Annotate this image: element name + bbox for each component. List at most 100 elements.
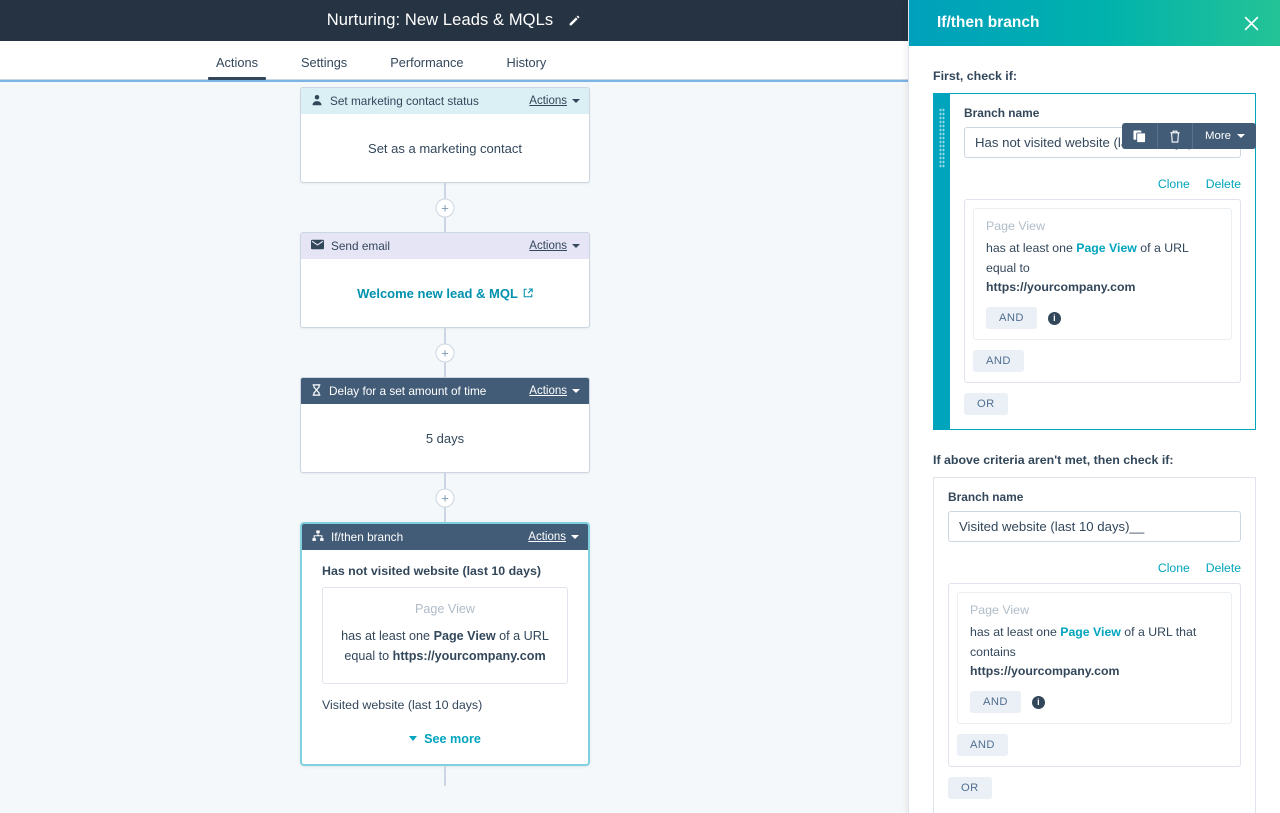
filter-or-row: OR — [964, 393, 1241, 415]
filter-link[interactable]: Page View — [1076, 241, 1137, 255]
or-button[interactable]: OR — [964, 393, 1008, 415]
workflow-editor-app: Nurturing: New Leads & MQLs Actions Sett… — [0, 0, 1280, 813]
window-titlebar: Nurturing: New Leads & MQLs — [0, 0, 908, 41]
and-button-group[interactable]: AND — [957, 734, 1008, 756]
step-body: Welcome new lead & MQL — [301, 259, 589, 327]
branch-clone-delete-actions: Clone Delete — [964, 177, 1241, 191]
tab-performance[interactable]: Performance — [390, 55, 463, 79]
workflow-step-send-email[interactable]: Send email Actions Welcome new lead & MQ… — [300, 232, 590, 328]
step-header: If/then branch Actions — [302, 524, 588, 550]
condition-type-label: Page View — [337, 602, 553, 616]
or-button[interactable]: OR — [948, 777, 992, 799]
add-step-button[interactable]: + — [436, 343, 455, 362]
step-actions-dropdown[interactable]: Actions — [529, 95, 580, 107]
tab-history[interactable]: History — [506, 55, 546, 79]
step-connector: + — [300, 183, 590, 232]
filter-row-1[interactable]: Page View has at least one Page View of … — [973, 208, 1232, 340]
workflow-step-delay[interactable]: Delay for a set amount of time Actions 5… — [300, 377, 590, 473]
filter-and-row: AND i — [970, 691, 1219, 713]
workflow-step-set-marketing-contact-status[interactable]: Set marketing contact status Actions Set… — [300, 87, 590, 183]
tab-settings[interactable]: Settings — [301, 55, 347, 79]
add-step-button[interactable]: + — [436, 488, 455, 507]
step-actions-label: Actions — [529, 385, 567, 397]
info-icon[interactable]: i — [1032, 696, 1045, 709]
envelope-icon — [311, 239, 324, 253]
section-else-check-label: If above criteria aren't met, then check… — [933, 453, 1256, 467]
more-dropdown[interactable]: More — [1193, 123, 1256, 149]
see-more-label: See more — [424, 732, 481, 746]
step-actions-dropdown[interactable]: Actions — [528, 531, 579, 543]
panel-body[interactable]: First, check if: More — [909, 46, 1280, 813]
email-asset-link[interactable]: Welcome new lead & MQL — [357, 286, 533, 301]
add-step-button[interactable]: + — [436, 198, 455, 217]
info-icon[interactable]: i — [1048, 312, 1061, 325]
branch-1-condition: Page View has at least one Page View of … — [322, 587, 568, 684]
filter-group-1: Page View has at least one Page View of … — [964, 199, 1241, 383]
chevron-down-icon — [572, 244, 580, 248]
and-button-inner[interactable]: AND — [970, 691, 1021, 713]
branch-summary-body: Has not visited website (last 10 days) P… — [302, 550, 588, 764]
filter-type-label: Page View — [986, 219, 1219, 233]
branch-name-label: Branch name — [964, 106, 1241, 120]
condition-bold-1: Page View — [434, 629, 496, 643]
condition-text: has at least one Page View of a URL equa… — [337, 626, 553, 667]
branch-name-input[interactable] — [948, 511, 1241, 542]
clone-link[interactable]: Clone — [1158, 561, 1190, 575]
connector-line — [444, 766, 446, 786]
close-icon[interactable] — [1243, 15, 1260, 32]
see-more-button[interactable]: See more — [322, 732, 568, 746]
step-header-label: If/then branch — [331, 530, 403, 544]
clone-link[interactable]: Clone — [1158, 177, 1190, 191]
condition-prefix: has at least one — [341, 629, 433, 643]
condition-bold-2: https://yourcompany.com — [393, 649, 546, 663]
filter-prefix: has at least one — [970, 625, 1060, 639]
delete-link[interactable]: Delete — [1206, 561, 1241, 575]
step-connector: + — [300, 328, 590, 377]
step-header: Set marketing contact status Actions — [301, 88, 589, 114]
step-actions-label: Actions — [529, 240, 567, 252]
branch-icon — [312, 530, 324, 545]
tab-actions[interactable]: Actions — [216, 55, 258, 79]
filter-prefix: has at least one — [986, 241, 1076, 255]
step-connector: + — [300, 473, 590, 522]
step-body: 5 days — [301, 404, 589, 472]
workflow-step-if-then-branch[interactable]: If/then branch Actions Has not visited w… — [300, 522, 590, 766]
step-body-text: Set as a marketing contact — [368, 141, 522, 156]
filter-or-row: OR — [948, 777, 1241, 799]
copy-icon[interactable] — [1122, 123, 1158, 149]
step-actions-dropdown[interactable]: Actions — [529, 240, 580, 252]
step-body-text: 5 days — [426, 431, 464, 446]
branch-1-title: Has not visited website (last 10 days) — [322, 564, 568, 578]
filter-description: has at least one Page View of a URL that… — [970, 623, 1219, 682]
filter-and-outer-row: AND — [957, 734, 1232, 756]
step-header: Delay for a set amount of time Actions — [301, 378, 589, 404]
contact-icon — [311, 94, 323, 109]
more-label: More — [1205, 130, 1231, 142]
delete-link[interactable]: Delete — [1206, 177, 1241, 191]
step-actions-label: Actions — [529, 95, 567, 107]
step-header-label: Delay for a set amount of time — [329, 384, 486, 398]
section-first-check-label: First, check if: — [933, 69, 1256, 83]
and-button-group[interactable]: AND — [973, 350, 1024, 372]
pencil-icon[interactable] — [567, 14, 581, 28]
branch-editor-content: Branch name Clone Delete Page View has a… — [934, 478, 1255, 813]
step-actions-label: Actions — [528, 531, 566, 543]
branch-2-title: Visited website (last 10 days) — [322, 698, 568, 712]
workflow-canvas[interactable]: Set marketing contact status Actions Set… — [0, 80, 908, 813]
chevron-down-icon — [409, 736, 417, 741]
filter-link[interactable]: Page View — [1060, 625, 1121, 639]
workflow-step-list: Set marketing contact status Actions Set… — [300, 87, 590, 786]
filter-row-1[interactable]: Page View has at least one Page View of … — [957, 592, 1232, 724]
if-then-branch-panel: If/then branch First, check if: More — [908, 0, 1280, 813]
chevron-down-icon — [572, 99, 580, 103]
filter-group-2: Page View has at least one Page View of … — [948, 583, 1241, 767]
panel-header: If/then branch — [909, 0, 1280, 46]
page-title: Nurturing: New Leads & MQLs — [327, 11, 553, 30]
external-link-icon — [523, 286, 533, 301]
step-actions-dropdown[interactable]: Actions — [529, 385, 580, 397]
trash-icon[interactable] — [1158, 123, 1193, 149]
drag-handle-icon[interactable] — [934, 94, 950, 429]
and-button-inner[interactable]: AND — [986, 307, 1037, 329]
filter-and-row: AND i — [986, 307, 1219, 329]
branch-editor-2[interactable]: Branch name Clone Delete Page View has a… — [933, 477, 1256, 813]
